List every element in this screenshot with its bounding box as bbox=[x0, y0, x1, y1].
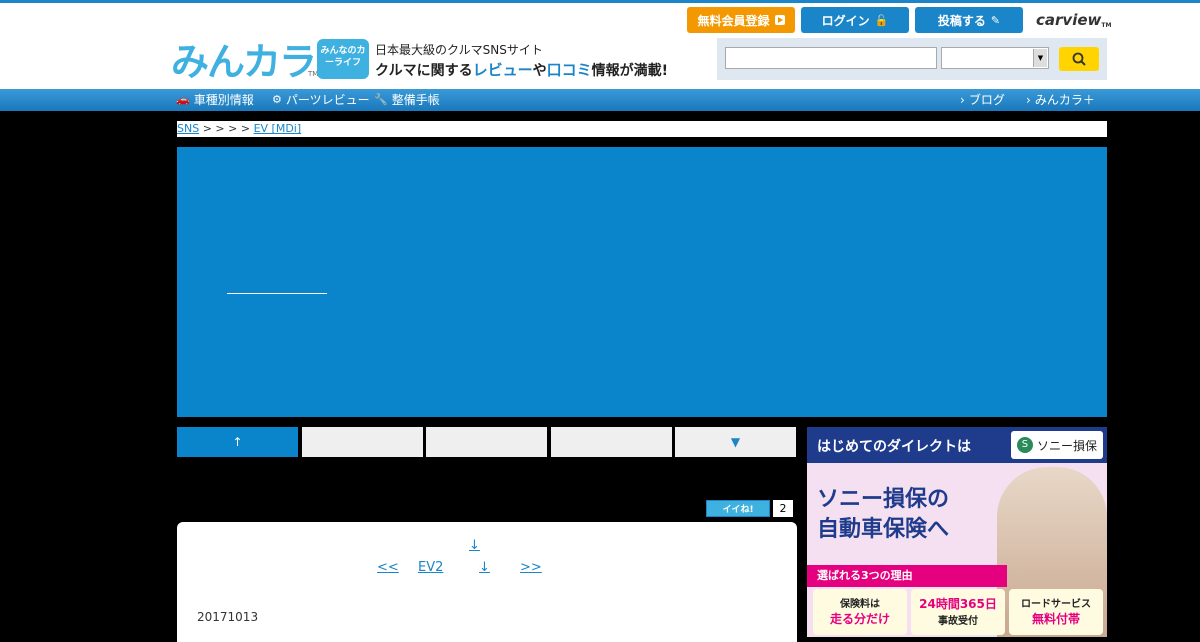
like-count: 2 bbox=[773, 500, 793, 517]
ad-feature-box: ロードサービス 無料付帯 bbox=[1009, 589, 1103, 635]
search-category-select[interactable]: ▼ bbox=[941, 47, 1049, 69]
tagline-highlight-review: レビュー bbox=[472, 61, 533, 79]
prev-link[interactable]: << bbox=[377, 560, 399, 575]
wrench-icon: 🔧 bbox=[374, 93, 388, 106]
register-button[interactable]: 無料会員登録 bbox=[687, 7, 795, 33]
parts-icon: ⚙ bbox=[272, 93, 282, 106]
ad-feature-box: 保険料は 走る分だけ bbox=[813, 589, 907, 635]
carview-text: carview bbox=[1036, 11, 1102, 29]
tab-1[interactable]: ↑ bbox=[177, 427, 298, 457]
nav-item-maintenance[interactable]: 🔧 整備手帳 bbox=[374, 89, 440, 111]
tagline-primary: 日本最大級のクルマSNSサイト bbox=[375, 43, 543, 57]
post-title-link[interactable]: EV2 bbox=[418, 560, 443, 575]
logo-text: みんカラ bbox=[171, 40, 317, 84]
sony-logo-icon: S bbox=[1016, 437, 1033, 453]
tab-2[interactable] bbox=[302, 427, 423, 457]
tab-4[interactable] bbox=[551, 427, 672, 457]
search-area: ▼ bbox=[717, 38, 1107, 80]
nav-label: ブログ bbox=[968, 93, 1005, 107]
breadcrumb-link-current[interactable]: EV [MDi] bbox=[254, 122, 302, 135]
register-label: 無料会員登録 bbox=[697, 13, 770, 28]
login-label: ログイン bbox=[821, 13, 870, 28]
banner-underline[interactable] bbox=[227, 293, 327, 294]
nav-label: みんカラ＋ bbox=[1034, 93, 1095, 107]
post-button[interactable]: 投稿する ✎ bbox=[915, 7, 1023, 33]
tagline-highlight-kuchikomi: 口コミ bbox=[546, 61, 592, 79]
next-link[interactable]: >> bbox=[520, 560, 542, 575]
search-icon bbox=[1072, 52, 1086, 66]
nav-item-car-info[interactable]: 🚗 車種別情報 bbox=[176, 89, 254, 111]
login-button[interactable]: ログイン 🔓 bbox=[801, 7, 909, 33]
ad-feature-text: ロードサービス bbox=[1021, 599, 1091, 610]
ad-feature-box: 24時間365日 事故受付 bbox=[911, 589, 1005, 635]
ad-feature-highlight: 走る分だけ bbox=[829, 612, 890, 626]
jump-link-down[interactable]: ↓ bbox=[469, 538, 480, 553]
carview-tm: TM bbox=[1101, 22, 1112, 29]
ad-feature-text: 事故受付 bbox=[938, 616, 978, 627]
post-date: 20171013 bbox=[197, 610, 259, 624]
ad-brand-name: ソニー損保 bbox=[1036, 438, 1097, 453]
tagline-part: 情報が満載! bbox=[591, 63, 669, 79]
car-icon: 🚗 bbox=[176, 93, 190, 106]
search-input[interactable] bbox=[725, 47, 937, 69]
like-button[interactable]: イイね! bbox=[706, 500, 770, 517]
post-label: 投稿する bbox=[937, 13, 986, 28]
ad-feature-highlight: 無料付帯 bbox=[1031, 612, 1080, 626]
ad-headline-1: ソニー損保の bbox=[817, 487, 950, 512]
like-widget: イイね! 2 bbox=[706, 500, 793, 517]
site-header: みんカラ TM みんなのカーライフ 日本最大級のクルマSNSサイト クルマに関す… bbox=[0, 3, 1200, 89]
breadcrumb-link-sns[interactable]: SNS bbox=[177, 122, 199, 135]
chevron-right-icon: › bbox=[1026, 93, 1031, 107]
chevron-down-icon: ▼ bbox=[1033, 49, 1047, 67]
chevron-right-icon: › bbox=[960, 93, 965, 107]
unlock-icon: 🔓 bbox=[874, 13, 889, 27]
like-label: イイね! bbox=[722, 505, 754, 515]
ad-feature-text: 保険料は bbox=[840, 599, 880, 610]
nav-label: パーツレビュー bbox=[285, 93, 370, 107]
carview-logo[interactable]: carviewTM bbox=[1036, 11, 1111, 29]
nav-item-minkara-plus[interactable]: › みんカラ＋ bbox=[1026, 89, 1095, 111]
tagline-part: クルマに関する bbox=[375, 63, 473, 79]
ad-header-text: はじめてのダイレクトは bbox=[817, 439, 971, 455]
nav-label: 車種別情報 bbox=[193, 93, 254, 107]
tagline-secondary: クルマに関するレビューや口コミ情報が満載! bbox=[375, 59, 668, 80]
post-content: ↓ << EV2 ↓ >> 20171013 bbox=[177, 522, 797, 642]
nav-label: 整備手帳 bbox=[391, 93, 440, 107]
breadcrumb: SNS > > > > EV [MDi] bbox=[177, 121, 1107, 137]
ad-brand-logo: S ソニー損保 bbox=[1011, 431, 1103, 459]
profile-banner bbox=[177, 147, 1107, 417]
down-link[interactable]: ↓ bbox=[479, 560, 490, 575]
main-nav: 🚗 車種別情報 ⚙ パーツレビュー 🔧 整備手帳 › ブログ › みんカラ＋ bbox=[0, 89, 1200, 111]
car-life-badge: みんなのカーライフ bbox=[317, 39, 369, 79]
nav-item-blog[interactable]: › ブログ bbox=[960, 89, 1005, 111]
breadcrumb-separators: > > > > bbox=[202, 122, 251, 135]
ad-headline-2: 自動車保険へ bbox=[817, 517, 950, 542]
advertisement-banner[interactable]: はじめてのダイレクトは S ソニー損保 ソニー損保の 自動車保険へ 選ばれる3つ… bbox=[807, 427, 1107, 637]
pen-icon: ✎ bbox=[990, 13, 1001, 27]
ad-feature-highlight: 24時間365日 bbox=[919, 597, 997, 611]
nav-item-parts-review[interactable]: ⚙ パーツレビュー bbox=[272, 89, 370, 111]
tab-3[interactable] bbox=[426, 427, 547, 457]
tagline-part: や bbox=[532, 63, 547, 79]
site-logo[interactable]: みんカラ TM bbox=[171, 40, 321, 84]
play-icon bbox=[774, 15, 785, 25]
tab-label: ↑ bbox=[232, 435, 243, 449]
tab-more[interactable]: ▼ bbox=[675, 427, 796, 457]
ad-header: はじめてのダイレクトは S ソニー損保 bbox=[807, 427, 1107, 463]
search-button[interactable] bbox=[1059, 47, 1099, 71]
ad-reason-banner: 選ばれる3つの理由 bbox=[807, 565, 1007, 587]
tab-label: ▼ bbox=[730, 435, 741, 449]
